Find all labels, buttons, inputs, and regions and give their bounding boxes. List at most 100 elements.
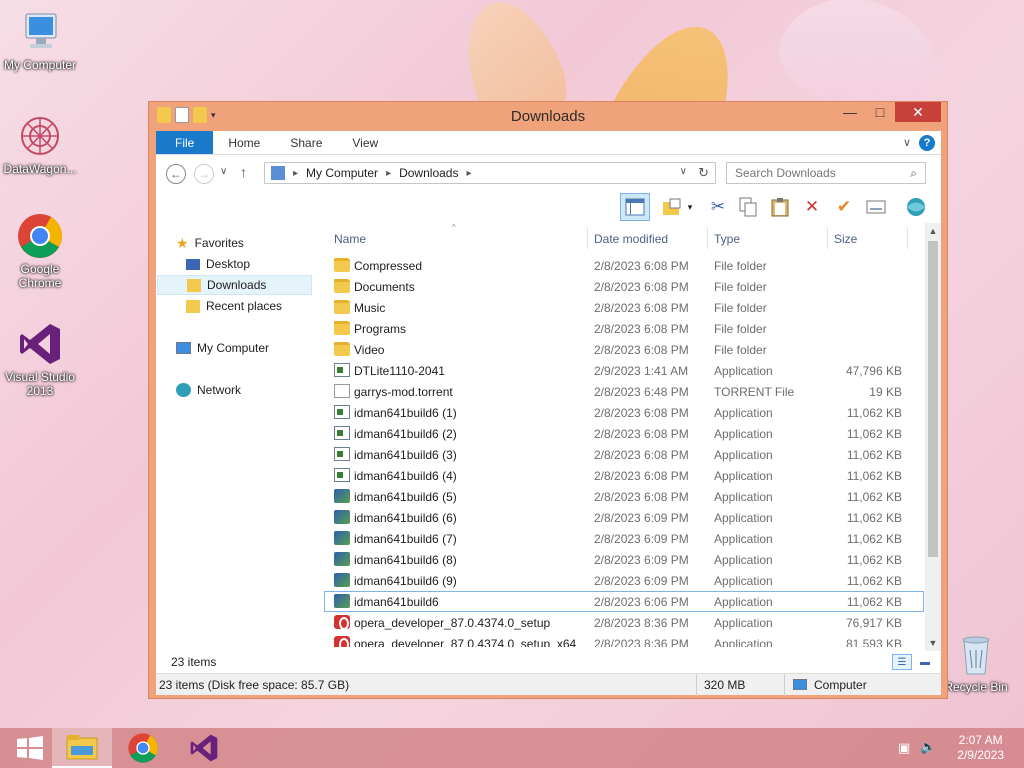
column-header-date[interactable]: Date modified	[594, 227, 704, 251]
vertical-scrollbar[interactable]: ▲ ▼	[925, 223, 941, 651]
address-dropdown-icon[interactable]: ∨	[680, 166, 687, 177]
file-size: 11,062 KB	[846, 511, 902, 525]
paste-icon[interactable]	[768, 195, 792, 219]
tab-file[interactable]: File	[156, 131, 214, 154]
folder-options-icon[interactable]	[660, 195, 684, 219]
taskbar-file-explorer[interactable]	[52, 728, 112, 768]
breadcrumb-separator[interactable]: ▸	[386, 168, 391, 179]
minimize-button[interactable]: —	[835, 102, 865, 122]
network-icon	[176, 383, 191, 397]
nav-item-my-computer[interactable]: My Computer	[176, 338, 269, 358]
file-row[interactable]: idman641build6 (3) 2/8/2023 6:08 PM Applic…	[324, 444, 924, 465]
tab-home[interactable]: Home	[213, 131, 275, 154]
volume-icon[interactable]: 🔈	[920, 739, 936, 755]
back-button[interactable]: ←	[166, 164, 186, 184]
expand-ribbon-icon[interactable]: ∨	[903, 136, 911, 149]
delete-icon[interactable]: ✕	[800, 195, 824, 219]
navigation-pane: ★ Favorites Desktop Downloads Recent pla…	[156, 223, 324, 675]
clock[interactable]: 2:07 AM 2/9/2023	[957, 733, 1004, 763]
file-date: 2/8/2023 6:09 PM	[594, 532, 689, 546]
file-size: 81,593 KB	[845, 637, 902, 647]
file-row[interactable]: Music 2/8/2023 6:08 PM File folder	[324, 297, 924, 318]
nav-item-favorites[interactable]: ★ Favorites	[176, 233, 244, 253]
maximize-button[interactable]: □	[865, 102, 895, 122]
file-size: 76,917 KB	[845, 616, 902, 630]
column-divider[interactable]	[587, 227, 588, 249]
file-row[interactable]: idman641build6 (4) 2/8/2023 6:08 PM Applic…	[324, 465, 924, 486]
properties-icon[interactable]	[864, 195, 888, 219]
cut-icon[interactable]: ✂	[706, 195, 730, 219]
desktop-icon-my-computer[interactable]: My Computer	[0, 8, 80, 72]
search-input[interactable]: Search Downloads ⌕	[726, 162, 926, 184]
large-icons-view-icon[interactable]: ▬	[916, 654, 934, 670]
tab-share[interactable]: Share	[275, 131, 337, 154]
disk-info: 23 items (Disk free space: 85.7 GB)	[159, 678, 350, 692]
desktop-icon-recycle-bin[interactable]: Recycle Bin	[936, 630, 1016, 694]
refresh-icon[interactable]: ↻	[698, 165, 709, 181]
chevron-down-icon[interactable]: ▾	[684, 195, 696, 219]
preview-pane-icon[interactable]	[620, 193, 650, 221]
start-button[interactable]	[0, 728, 60, 768]
file-row[interactable]: DTLite1110-2041 2/9/2023 1:41 AM Applicati…	[324, 360, 924, 381]
computer-icon	[176, 342, 191, 354]
column-header-name[interactable]: Name	[334, 227, 584, 251]
file-row[interactable]: idman641build6 (1) 2/8/2023 6:08 PM Applic…	[324, 402, 924, 423]
column-divider[interactable]	[707, 227, 708, 249]
desktop-icon-chrome[interactable]: Google Chrome	[0, 212, 80, 290]
search-icon[interactable]: ⌕	[910, 166, 917, 181]
file-row[interactable]: idman641build6 (2) 2/8/2023 6:08 PM Applic…	[324, 423, 924, 444]
visual-studio-icon	[190, 734, 218, 762]
tab-view[interactable]: View	[337, 131, 393, 154]
scroll-down-icon[interactable]: ▼	[925, 635, 941, 651]
title-bar[interactable]: ▾ Downloads — □ ✕	[149, 102, 947, 130]
desktop-icon-visual-studio[interactable]: Visual Studio 2013	[0, 320, 80, 398]
address-bar[interactable]: ▸ My Computer ▸ Downloads ▸ ∨ ↻	[264, 162, 716, 184]
file-row[interactable]: idman641build6 (7) 2/8/2023 6:09 PM Applic…	[324, 528, 924, 549]
file-row[interactable]: opera_developer_87.0.4374.0_setup 2/8/202…	[324, 612, 924, 633]
file-row[interactable]: idman641build6 (5) 2/8/2023 6:08 PM Applic…	[324, 486, 924, 507]
folder-icon	[334, 321, 350, 335]
file-row[interactable]: opera_developer_87.0.4374.0_setup_x64 2/8…	[324, 633, 924, 647]
network-icon[interactable]	[904, 195, 928, 219]
up-button[interactable]: ↑	[240, 164, 247, 180]
taskbar-chrome[interactable]	[113, 728, 173, 768]
file-row[interactable]: idman641build6 (8) 2/8/2023 6:09 PM Applic…	[324, 549, 924, 570]
file-type: Application	[714, 637, 773, 647]
recent-locations-dropdown[interactable]: ∨	[220, 166, 227, 177]
breadcrumb-downloads[interactable]: Downloads	[399, 166, 458, 180]
nav-item-network[interactable]: Network	[176, 380, 241, 400]
scrollbar-thumb[interactable]	[928, 241, 938, 557]
scroll-up-icon[interactable]: ▲	[925, 223, 941, 239]
nav-item-downloads[interactable]: Downloads	[157, 275, 312, 295]
file-date: 2/8/2023 6:08 PM	[594, 301, 689, 315]
forward-button[interactable]: →	[194, 164, 214, 184]
file-row[interactable]: Video 2/8/2023 6:08 PM File folder	[324, 339, 924, 360]
details-view-icon[interactable]: ☰	[892, 654, 912, 670]
file-row[interactable]: idman641build6 2/8/2023 6:06 PM Applicatio…	[324, 591, 924, 612]
selection-size: 320 MB	[704, 678, 746, 692]
breadcrumb-separator[interactable]: ▸	[293, 168, 298, 179]
close-button[interactable]: ✕	[895, 102, 941, 122]
rename-check-icon[interactable]: ✔	[832, 195, 856, 219]
file-row[interactable]: Documents 2/8/2023 6:08 PM File folder	[324, 276, 924, 297]
desktop-icon-datawagon[interactable]: DataWagon...	[0, 112, 80, 176]
file-name: idman641build6 (3)	[354, 448, 457, 462]
column-header-type[interactable]: Type	[714, 227, 824, 251]
network-tray-icon[interactable]: ▣	[898, 740, 910, 756]
file-row[interactable]: idman641build6 (9) 2/8/2023 6:09 PM Applic…	[324, 570, 924, 591]
column-divider[interactable]	[827, 227, 828, 249]
file-row[interactable]: Programs 2/8/2023 6:08 PM File folder	[324, 318, 924, 339]
file-row[interactable]: idman641build6 (6) 2/8/2023 6:09 PM Applic…	[324, 507, 924, 528]
help-icon[interactable]: ?	[919, 134, 935, 151]
nav-item-recent-places[interactable]: Recent places	[186, 296, 282, 316]
column-divider[interactable]	[907, 227, 908, 249]
file-row[interactable]: garrys-mod.torrent 2/8/2023 6:48 PM TORREN…	[324, 381, 924, 402]
breadcrumb-my-computer[interactable]: My Computer	[306, 166, 378, 180]
copy-icon[interactable]	[736, 195, 760, 219]
taskbar-visual-studio[interactable]	[174, 728, 234, 768]
column-header-size[interactable]: Size	[834, 227, 904, 251]
breadcrumb-separator[interactable]: ▸	[466, 168, 471, 179]
file-row[interactable]: Compressed 2/8/2023 6:08 PM File folder	[324, 255, 924, 276]
nav-item-desktop[interactable]: Desktop	[186, 254, 250, 274]
nav-label: Desktop	[206, 257, 251, 271]
